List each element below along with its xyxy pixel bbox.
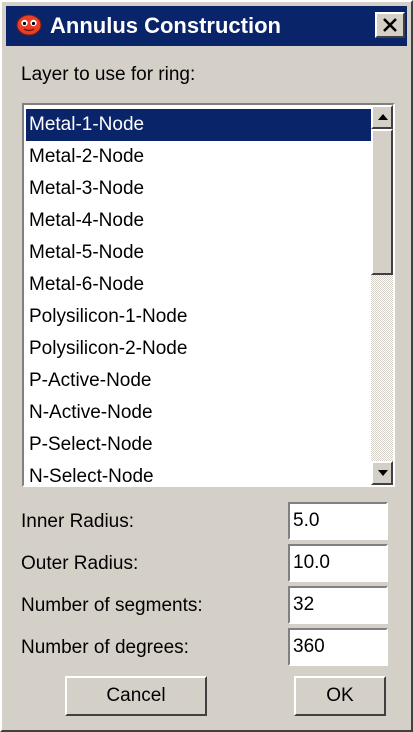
layer-list-item[interactable]: N-Select-Node bbox=[26, 461, 372, 485]
layer-list-item[interactable]: Metal-3-Node bbox=[26, 173, 372, 205]
segments-field[interactable] bbox=[288, 586, 388, 624]
layer-list-item[interactable]: Metal-5-Node bbox=[26, 237, 372, 269]
layer-list-item[interactable]: Metal-2-Node bbox=[26, 141, 372, 173]
layer-list-item[interactable]: Metal-1-Node bbox=[26, 109, 372, 141]
layer-list[interactable]: Metal-1-Node Metal-2-Node Metal-3-Node Meta… bbox=[26, 109, 372, 485]
scroll-up-button[interactable] bbox=[371, 105, 393, 129]
layer-listbox[interactable]: Metal-1-Node Metal-2-Node Metal-3-Node Meta… bbox=[22, 103, 395, 487]
window-title: Annulus Construction bbox=[50, 13, 281, 38]
layer-list-item[interactable]: P-Active-Node bbox=[26, 365, 372, 397]
inner-radius-field[interactable] bbox=[288, 502, 388, 540]
segments-label: Number of segments: bbox=[21, 595, 203, 616]
layer-list-item[interactable]: Metal-6-Node bbox=[26, 269, 372, 301]
layer-list-item[interactable]: Polysilicon-2-Node bbox=[26, 333, 372, 365]
scroll-thumb[interactable] bbox=[371, 129, 393, 275]
close-button[interactable] bbox=[375, 12, 405, 38]
cancel-button[interactable]: Cancel bbox=[65, 676, 207, 716]
degrees-label: Number of degrees: bbox=[21, 637, 189, 658]
ok-button[interactable]: OK bbox=[294, 676, 386, 716]
outer-radius-field[interactable] bbox=[288, 544, 388, 582]
layer-list-item[interactable]: Polysilicon-1-Node bbox=[26, 301, 372, 333]
degrees-field[interactable] bbox=[288, 628, 388, 666]
layer-list-item[interactable]: N-Active-Node bbox=[26, 397, 372, 429]
scroll-down-button[interactable] bbox=[371, 461, 393, 485]
layer-scrollbar[interactable] bbox=[371, 105, 393, 485]
title-bar[interactable]: Annulus Construction bbox=[6, 6, 407, 46]
layer-list-item[interactable]: Metal-4-Node bbox=[26, 205, 372, 237]
annulus-dialog: Annulus Construction Layer to use for ri… bbox=[0, 0, 413, 732]
layer-label: Layer to use for ring: bbox=[21, 64, 196, 85]
inner-radius-label: Inner Radius: bbox=[21, 511, 135, 532]
layer-list-item[interactable]: P-Select-Node bbox=[26, 429, 372, 461]
electric-app-icon bbox=[16, 14, 42, 36]
outer-radius-label: Outer Radius: bbox=[21, 553, 139, 574]
